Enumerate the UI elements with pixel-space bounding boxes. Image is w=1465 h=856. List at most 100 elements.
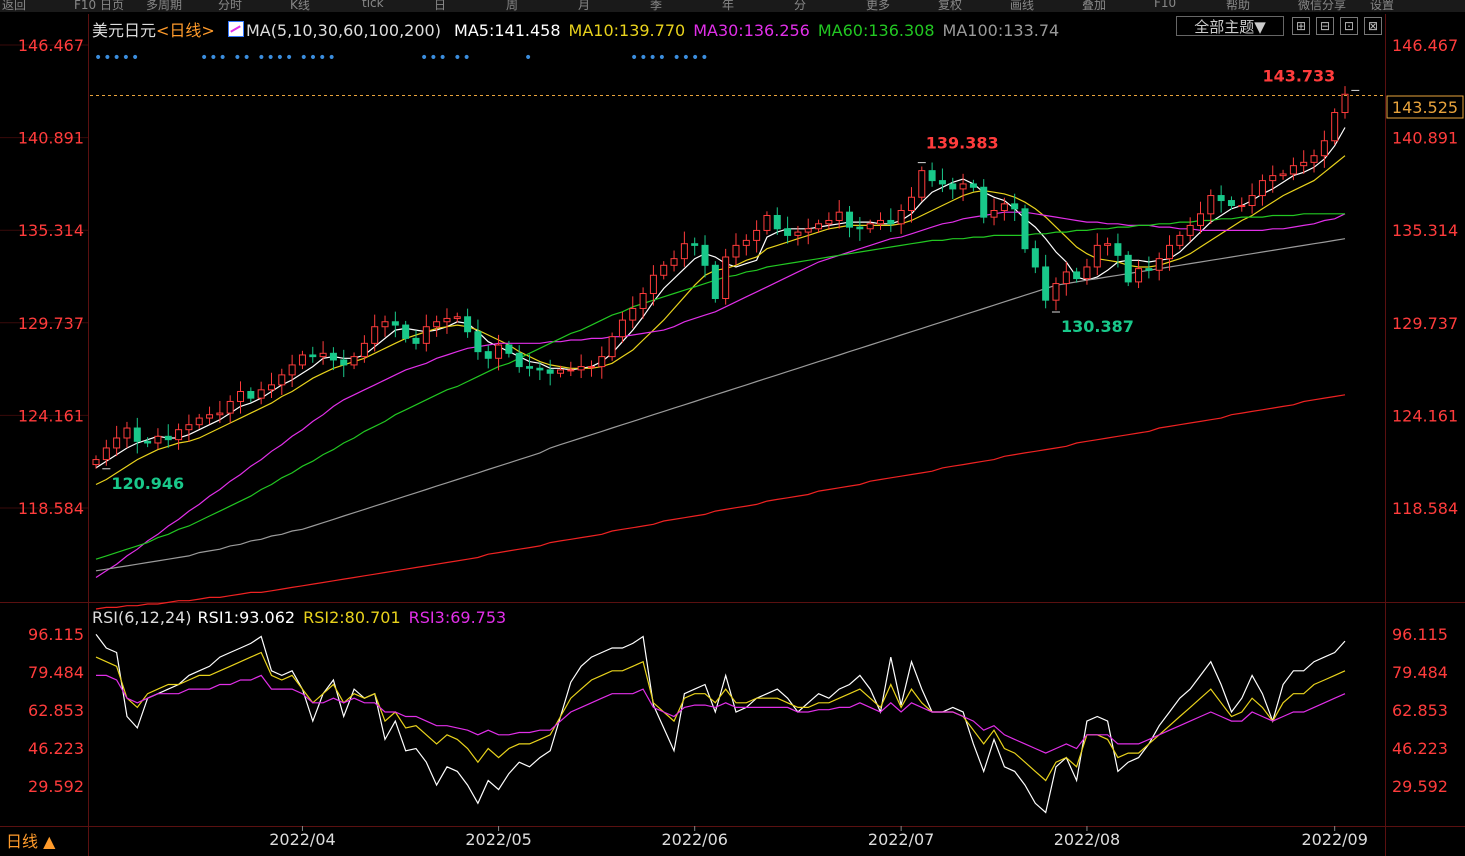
candle-up <box>918 170 926 198</box>
candle-down <box>856 226 864 230</box>
rsi-y-tick-label: 46.223 <box>1392 739 1448 758</box>
candle-down <box>887 219 895 225</box>
layout-expand-icon[interactable]: ⊡ <box>1340 17 1358 35</box>
candle-down <box>484 351 492 359</box>
candle-up <box>1269 175 1277 182</box>
ma-lines <box>95 127 1346 610</box>
main-y-tick-label: 118.584 <box>1392 499 1458 518</box>
candle-up <box>670 258 678 266</box>
candle-up <box>907 196 915 212</box>
candle-up <box>371 326 379 344</box>
candle-up <box>1196 213 1204 226</box>
rsi-y-tick-label: 29.592 <box>1392 777 1448 796</box>
candle-up <box>298 354 306 366</box>
ma-line-ma10 <box>95 155 1346 486</box>
rsi-line-rsi3 <box>96 674 1346 754</box>
candle-up <box>722 256 730 300</box>
candle-down <box>340 359 348 366</box>
ma-legend-item: MA30:136.256 <box>693 21 810 40</box>
ma-legend-item: MA100:133.74 <box>942 21 1060 40</box>
candle-down <box>1042 266 1050 301</box>
main-y-tick-label: 146.467 <box>1392 36 1458 55</box>
layout-grid-icon[interactable]: ⊞ <box>1292 17 1310 35</box>
candle-up <box>1207 195 1215 215</box>
candle-down <box>309 354 317 358</box>
candle-up <box>897 210 905 225</box>
candle-up <box>742 239 750 246</box>
candle-up <box>660 264 668 276</box>
candle-up <box>175 429 183 441</box>
candle-up <box>1186 224 1194 236</box>
candle-up <box>350 356 358 366</box>
chart-canvas: 143.733139.383130.387120.946 146.467 146.… <box>0 14 1465 856</box>
candle-up <box>257 389 265 399</box>
period-button[interactable]: 日线 ▲ <box>0 828 88 856</box>
candle-up <box>92 459 100 466</box>
event-markers: ••• •• <box>420 50 472 66</box>
candle-up <box>1000 203 1008 212</box>
y-axis-ticks: 146.467 146.467 140.891 140.891 135.314 135.3… <box>18 36 1458 796</box>
layout-split-icon[interactable]: ⊟ <box>1316 17 1334 35</box>
candle-down <box>1073 271 1081 280</box>
candle-up <box>794 231 802 236</box>
candle-down <box>1217 195 1225 202</box>
candle-up <box>1300 161 1308 167</box>
candle-up <box>557 369 565 374</box>
ma-line-ma5 <box>95 127 1346 469</box>
rsi-line-rsi1 <box>95 633 1346 814</box>
ma-legend: 美元日元<日线> MA(5,10,30,60,100,200) MA5:141.… <box>92 17 1075 41</box>
period-tag: <日线> <box>156 21 215 40</box>
candle-down <box>691 243 699 246</box>
rsi-label: RSI(6,12,24) <box>92 608 192 627</box>
rsi-legend-item: RSI2:80.701 <box>303 608 401 627</box>
candle-down <box>1145 268 1153 271</box>
price-annotation: 130.387 <box>1061 317 1134 336</box>
candle-up <box>1135 268 1143 283</box>
ma-legend-item: MA10:139.770 <box>568 21 686 40</box>
main-y-tick-label: 146.467 <box>18 36 84 55</box>
price-annotation: 143.733 <box>1262 66 1335 85</box>
candle-up <box>753 229 761 241</box>
candle-up <box>732 244 740 258</box>
main-y-tick-label: 129.737 <box>18 314 84 333</box>
candle-up <box>443 317 451 323</box>
rsi-y-tick-label: 79.484 <box>1392 663 1448 682</box>
candle-up <box>1320 140 1328 157</box>
candle-up <box>381 321 389 328</box>
candle-up <box>1093 244 1101 268</box>
event-markers: ••• •• •••• •••• <box>200 50 337 66</box>
candle-down <box>412 337 420 344</box>
candle-down <box>329 352 337 361</box>
rsi-legend-item: RSI1:93.062 <box>197 608 296 627</box>
layout-close-icon[interactable]: ⊠ <box>1364 17 1382 35</box>
candle-up <box>577 366 585 371</box>
x-tick-label: 2022/08 <box>1054 830 1120 849</box>
candle-down <box>949 183 957 190</box>
candle-down <box>391 321 399 326</box>
rsi-y-tick-label: 46.223 <box>28 739 84 758</box>
instrument-name: 美元日元 <box>92 21 157 40</box>
ma-settings-icon[interactable] <box>227 21 244 37</box>
candle-up <box>629 307 637 321</box>
candle-down <box>773 214 781 230</box>
candle-up <box>1104 243 1112 246</box>
candle-up <box>267 384 275 391</box>
candle-up <box>453 316 461 319</box>
candle-up <box>433 321 441 328</box>
candle-up <box>288 364 296 376</box>
candle-down <box>846 211 854 228</box>
main-y-tick-label: 140.891 <box>18 129 84 148</box>
candle-down <box>474 331 482 353</box>
candle-down <box>402 324 410 339</box>
candle-down <box>164 435 172 441</box>
candle-down <box>546 369 554 374</box>
event-markers: • <box>524 50 534 66</box>
candle-up <box>216 412 224 416</box>
rsi-line-rsi2 <box>95 651 1346 782</box>
rsi-y-tick-label: 79.484 <box>28 663 84 682</box>
candle-up <box>990 210 998 218</box>
theme-dropdown[interactable]: 全部主题▼ <box>1176 16 1284 36</box>
candle-up <box>608 336 616 358</box>
ma-legend-item: MA60:136.308 <box>817 21 935 40</box>
candle-up <box>1341 93 1349 114</box>
